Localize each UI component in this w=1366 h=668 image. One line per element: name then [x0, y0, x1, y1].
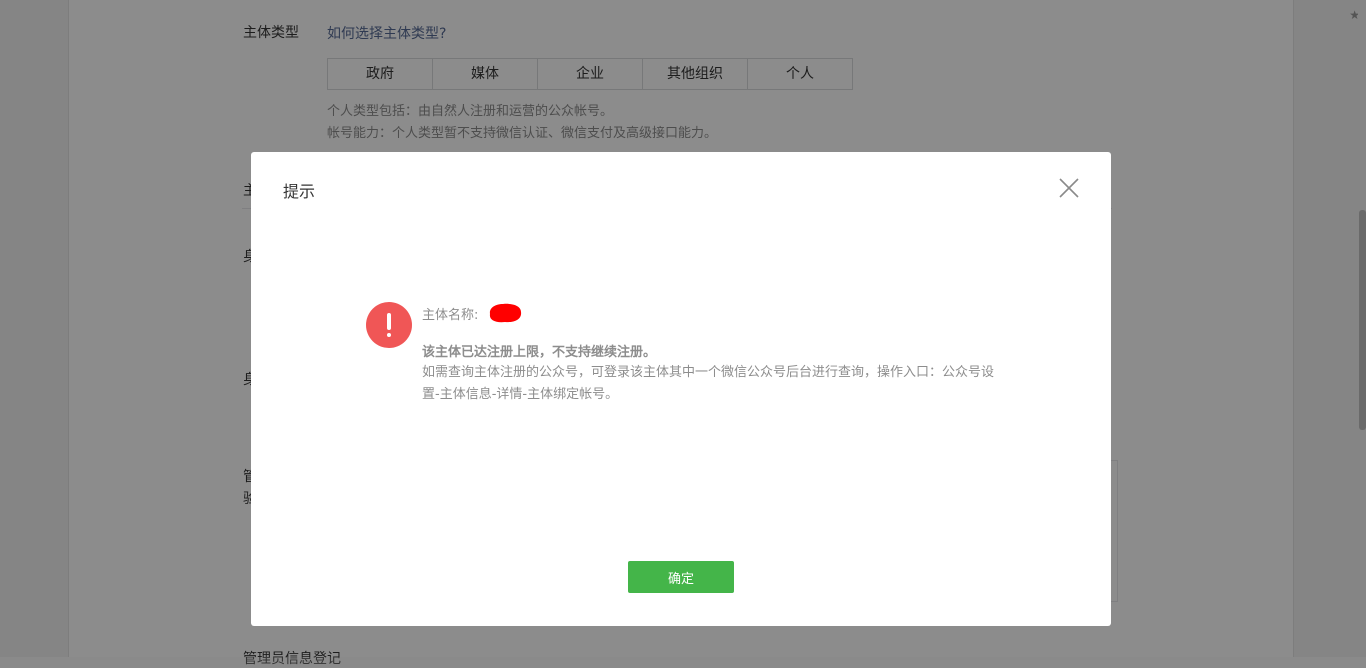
- exclamation-icon: [366, 302, 412, 348]
- confirm-button[interactable]: 确定: [628, 561, 734, 593]
- limit-reached-message: 该主体已达注册上限，不支持继续注册。: [422, 345, 657, 360]
- subject-name-label: 主体名称:: [422, 308, 479, 323]
- redacted-subject-name: [487, 302, 523, 324]
- dialog-title: 提示: [283, 182, 316, 201]
- close-icon[interactable]: [1057, 176, 1081, 200]
- prompt-dialog: 提示 主体名称: 该主体已达注册上限，不支持继续注册。 如需查询主体注册的公众号…: [251, 152, 1111, 626]
- query-instructions: 如需查询主体注册的公众号，可登录该主体其中一个微信公众号后台进行查询，操作入口：…: [422, 365, 995, 402]
